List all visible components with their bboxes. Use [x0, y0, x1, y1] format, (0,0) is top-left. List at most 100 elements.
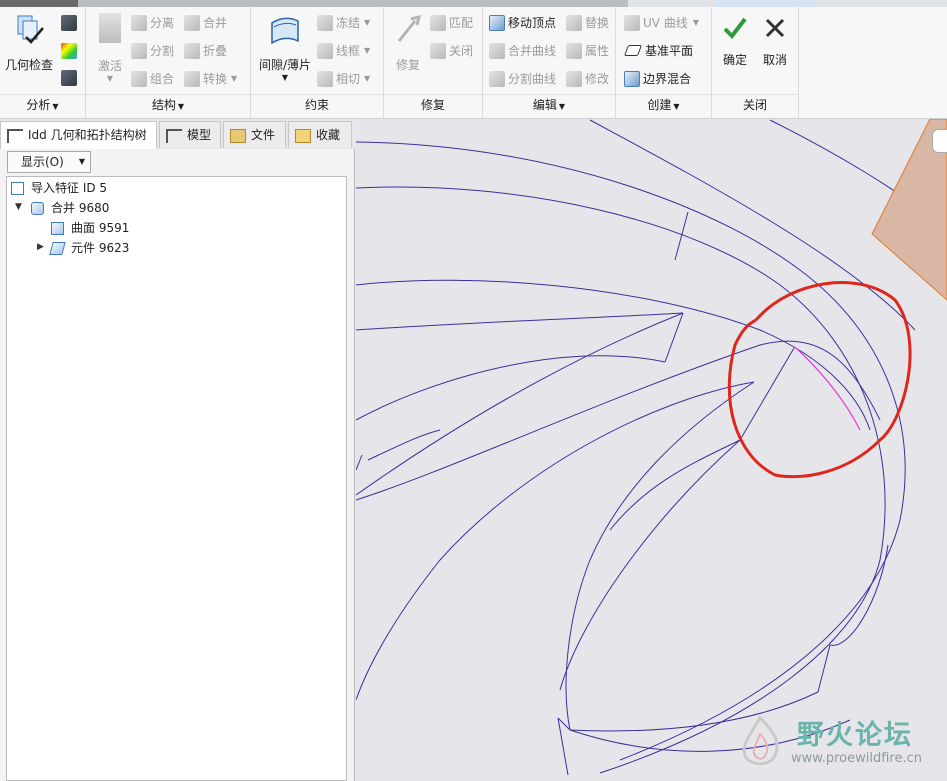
close-repair-button[interactable]: 关闭 [430, 42, 473, 59]
surface-node-icon [51, 221, 64, 235]
move-vertex-icon [489, 14, 505, 31]
repair-label: 修复 [395, 58, 420, 72]
fold-button[interactable]: 折叠 [184, 42, 227, 59]
model-tree-icon [166, 128, 182, 143]
wireframe-geometry [356, 119, 947, 776]
expand-arrow-icon[interactable]: ▼ [15, 202, 22, 212]
modify-icon [566, 70, 582, 87]
collapse-arrow-icon[interactable]: ▶ [37, 242, 44, 252]
show-dropdown[interactable]: 显示(O) ▼ [7, 151, 91, 173]
freeze-button[interactable]: 冻结 ▼ [317, 14, 370, 31]
watermark-url: www.proewildfire.cn [791, 751, 922, 766]
tree-node-component[interactable]: 元件 9623 [49, 238, 129, 258]
activate-label: 激活 [97, 59, 122, 73]
split-button[interactable]: 分割 [131, 42, 174, 59]
tangent-button[interactable]: 相切 ▼ [317, 70, 370, 87]
datum-plane-icon [623, 45, 643, 56]
group-constraints-label: 约束 [251, 94, 383, 115]
datum-plane-button[interactable]: 基准平面 [623, 42, 693, 59]
tab-structure-tree[interactable]: Idd 几何和拓扑结构树 [0, 121, 157, 150]
geometry-check-label: 几何检查 [4, 58, 53, 72]
forum-watermark: 野火论坛 www.proewildfire.cn [729, 711, 939, 777]
tree-node-surface[interactable]: 曲面 9591 [51, 218, 129, 238]
ribbon: 几何检查 分析 ▼ 激活 ▼ 分离 合并 分割 折叠 组合 转换 ▼ 结构 ▼ 间隙/… [0, 7, 947, 119]
tree-node-import-feature[interactable]: 导入特征 ID 5 [11, 178, 107, 198]
group-constraints: 间隙/薄片 ▼ 冻结 ▼ 线框 ▼ 相切 ▼ 约束 [251, 7, 384, 118]
tree-node-merge[interactable]: 合并 9680 [31, 198, 109, 218]
cancel-button[interactable]: 取消 [756, 15, 794, 68]
analysis-color-icon[interactable] [61, 43, 77, 59]
group-edit: 移动顶点 替换 合并曲线 属性 分割曲线 修改 编辑 ▼ [483, 7, 616, 118]
title-strip [0, 0, 947, 7]
group-repair-label: 修复 [384, 94, 482, 115]
group-structure: 激活 ▼ 分离 合并 分割 折叠 组合 转换 ▼ 结构 ▼ [86, 7, 251, 118]
freeze-icon [317, 14, 333, 31]
flame-logo-icon [742, 715, 779, 766]
convert-button[interactable]: 转换 ▼ [184, 70, 237, 87]
fold-icon [184, 42, 200, 59]
group-create: UV 曲线 ▼ 基准平面 边界混合 创建 ▼ [616, 7, 712, 118]
split-icon [131, 42, 147, 59]
move-vertex-button[interactable]: 移动顶点 [489, 14, 556, 31]
split-curve-button[interactable]: 分割曲线 [489, 70, 556, 87]
boundary-blend-button[interactable]: 边界混合 [624, 70, 691, 87]
tab-model[interactable]: 模型 [159, 121, 221, 148]
ok-button[interactable]: 确定 [716, 15, 754, 68]
checkmark-icon [723, 17, 747, 40]
group-structure-label[interactable]: 结构 ▼ [86, 94, 250, 115]
geometry-check-icon [17, 15, 44, 44]
properties-icon [566, 42, 582, 59]
tab-favorites[interactable]: 收藏 [288, 121, 352, 148]
ok-label: 确定 [722, 53, 747, 67]
match-button[interactable]: 匹配 [430, 14, 473, 31]
uv-curve-button[interactable]: UV 曲线 ▼ [624, 14, 699, 31]
group-analysis-label[interactable]: 分析 ▼ [0, 94, 85, 115]
split-curve-icon [489, 70, 505, 87]
orientation-button[interactable] [932, 129, 947, 153]
watermark-title: 野火论坛 [797, 720, 913, 751]
repair-button[interactable]: 修复 [388, 13, 428, 73]
gap-thin-label: 间隙/薄片 [258, 58, 312, 72]
analysis-tool-icon-1[interactable] [61, 15, 77, 31]
merge-button[interactable]: 合并 [184, 14, 227, 31]
properties-button[interactable]: 属性 [566, 42, 609, 59]
match-icon [430, 14, 446, 31]
group-edit-label[interactable]: 编辑 ▼ [483, 94, 615, 115]
group-button[interactable]: 组合 [131, 70, 174, 87]
merge-node-icon [31, 201, 44, 215]
gap-thin-button[interactable]: 间隙/薄片 ▼ [254, 13, 316, 82]
merge-curve-button[interactable]: 合并曲线 [489, 42, 556, 59]
tab-files[interactable]: 文件 [223, 121, 286, 148]
wireframe-button[interactable]: 线框 ▼ [317, 42, 370, 59]
navigator-tabs: Idd 几何和拓扑结构树 模型 文件 收藏 [0, 119, 355, 150]
geometry-check-button[interactable]: 几何检查 [3, 13, 55, 73]
group-analysis: 几何检查 分析 ▼ [0, 7, 86, 118]
graphics-viewport[interactable]: 野火论坛 www.proewildfire.cn [356, 119, 947, 781]
analysis-tool-icon-3[interactable] [61, 70, 77, 86]
merge-curve-icon [489, 42, 505, 59]
gap-thin-icon [271, 17, 299, 45]
activate-button[interactable]: 激活 ▼ [90, 13, 130, 83]
separate-icon [131, 14, 147, 31]
merge-icon [184, 14, 200, 31]
uv-curve-icon [624, 14, 640, 31]
favorites-icon [295, 128, 311, 143]
close-repair-icon [430, 42, 446, 59]
structure-tree: 导入特征 ID 5 ▼ 合并 9680 曲面 9591 ▶ 元件 9623 [6, 176, 347, 781]
tangent-icon [317, 70, 333, 87]
group-close-label: 关闭 [712, 94, 798, 115]
group-repair: 修复 匹配 关闭 修复 [384, 7, 483, 118]
component-node-icon [49, 241, 66, 255]
boundary-blend-icon [624, 70, 640, 87]
tree-tab-icon [7, 128, 23, 143]
separate-button[interactable]: 分离 [131, 14, 174, 31]
group-close: 确定 取消 关闭 [712, 7, 799, 118]
replace-button[interactable]: 替换 [566, 14, 609, 31]
group-create-label[interactable]: 创建 ▼ [616, 94, 711, 115]
repair-icon [397, 14, 422, 42]
folder-icon [230, 128, 246, 143]
convert-icon [184, 70, 200, 87]
replace-icon [566, 14, 582, 31]
modify-button[interactable]: 修改 [566, 70, 609, 87]
structure-tree-panel: 显示(O) ▼ 导入特征 ID 5 ▼ 合并 9680 曲面 9591 ▶ 元件 … [0, 149, 355, 781]
